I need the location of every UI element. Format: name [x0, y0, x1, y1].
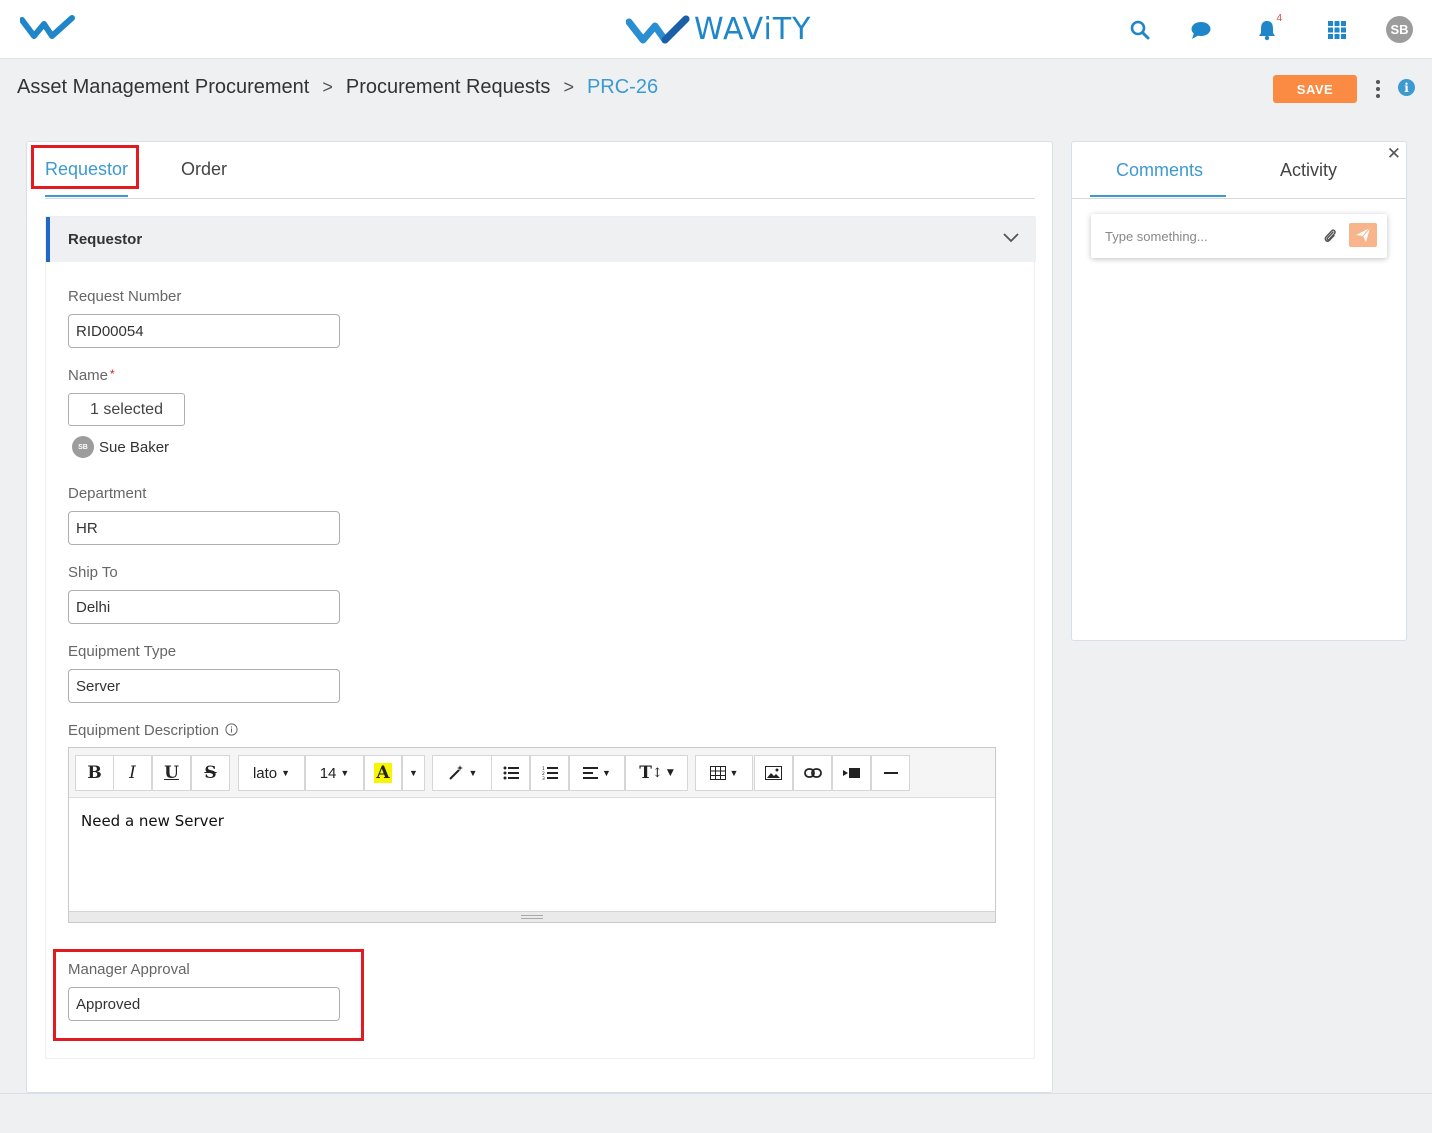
equipment-type-label: Equipment Type [68, 643, 177, 660]
highlight-color-button[interactable]: A [364, 755, 402, 791]
numbered-list-icon: 123 [542, 766, 558, 780]
magic-wand-button[interactable]: ▼ [432, 755, 492, 791]
wavity-logo-icon[interactable] [19, 14, 76, 47]
ship-to-field[interactable]: Delhi [68, 590, 340, 624]
comment-input[interactable]: Type something... [1091, 214, 1387, 258]
equipment-type-field[interactable]: Server [68, 669, 340, 703]
side-panel-tabs: Comments Activity [1072, 142, 1406, 199]
chat-icon[interactable] [1188, 17, 1214, 43]
brand-logo: WAViTY [626, 12, 811, 47]
person-name: Sue Baker [99, 438, 170, 456]
underline-button[interactable]: U [152, 755, 191, 791]
tab-comments[interactable]: Comments [1116, 160, 1203, 181]
equipment-description-label: Equipment Description [68, 722, 238, 739]
selected-person: SB Sue Baker [72, 436, 169, 458]
align-left-icon [583, 767, 599, 779]
page-footer-strip [0, 1093, 1432, 1133]
link-button[interactable] [793, 755, 832, 791]
align-button[interactable]: ▼ [569, 755, 625, 791]
bullet-list-button[interactable] [491, 755, 530, 791]
link-icon [803, 768, 822, 778]
tab-activity[interactable]: Activity [1280, 160, 1337, 181]
numbered-list-button[interactable]: 123 [530, 755, 569, 791]
highlight-box-approval [53, 949, 364, 1041]
request-number-label: Request Number [68, 288, 182, 305]
request-number-field[interactable]: RID00054 [68, 314, 340, 348]
name-selector-button[interactable]: 1 selected [68, 393, 185, 426]
comment-placeholder[interactable]: Type something... [1105, 229, 1208, 244]
active-side-tab-indicator [1090, 195, 1226, 197]
video-icon [842, 768, 860, 778]
attachment-icon[interactable] [1323, 227, 1337, 250]
video-button[interactable] [832, 755, 871, 791]
editor-toolbar: B I U S lato ▼ 14 ▼ A ▼ ▼ 123 ▼ T ↕ ▼ ▼ [69, 748, 995, 798]
editor-content[interactable]: Need a new Server [81, 812, 224, 830]
breadcrumb-current: PRC-26 [586, 76, 659, 98]
section-header[interactable]: Requestor [46, 217, 1036, 262]
user-avatar[interactable]: SB [1386, 16, 1413, 43]
font-family-select[interactable]: lato ▼ [238, 755, 305, 791]
send-button[interactable] [1349, 223, 1377, 247]
requestor-section: Requestor Request Number RID00054 Name * … [45, 216, 1036, 1059]
magic-wand-icon [448, 765, 463, 780]
strikethrough-button[interactable]: S [191, 755, 230, 791]
close-icon[interactable]: ✕ [1387, 144, 1401, 164]
breadcrumb-item-procurement-requests[interactable]: Procurement Requests [346, 76, 551, 99]
brand-mark-icon [626, 15, 690, 43]
section-title: Requestor [68, 231, 143, 248]
required-star: * [110, 367, 115, 381]
search-icon[interactable] [1127, 17, 1153, 43]
color-dropdown-button[interactable]: ▼ [402, 755, 425, 791]
text-highlight-icon: A [374, 763, 392, 783]
notification-count: 4 [1276, 13, 1282, 24]
image-button[interactable] [754, 755, 793, 791]
apps-grid-icon[interactable] [1324, 17, 1350, 43]
info-icon[interactable]: i [1398, 79, 1415, 96]
highlight-box-tab [31, 145, 139, 189]
bullet-list-icon [503, 766, 519, 780]
ship-to-label: Ship To [68, 564, 118, 581]
save-button[interactable]: SAVE [1273, 75, 1357, 103]
equipment-description-editor[interactable]: B I U S lato ▼ 14 ▼ A ▼ ▼ 123 ▼ T ↕ ▼ ▼ … [68, 747, 996, 923]
bold-button[interactable]: B [75, 755, 114, 791]
editor-resize-handle[interactable] [69, 911, 995, 922]
name-label: Name * [68, 367, 115, 384]
chevron-down-icon[interactable] [1002, 231, 1020, 249]
breadcrumb-item-asset-management[interactable]: Asset Management Procurement [17, 76, 309, 99]
line-height-button[interactable]: T ↕ ▼ [625, 755, 688, 791]
top-bar: WAViTY 4 SB [0, 0, 1432, 59]
active-tab-indicator [45, 195, 128, 197]
horizontal-rule-icon [883, 772, 898, 774]
comments-panel: Comments Activity ✕ Type something... [1071, 141, 1407, 641]
person-avatar: SB [72, 436, 94, 458]
table-button[interactable]: ▼ [695, 755, 753, 791]
font-size-select[interactable]: 14 ▼ [305, 755, 364, 791]
horizontal-rule-button[interactable] [871, 755, 910, 791]
more-options-icon[interactable] [1371, 78, 1385, 100]
department-field[interactable]: HR [68, 511, 340, 545]
brand-name: WAViTY [694, 12, 812, 47]
italic-button[interactable]: I [113, 755, 152, 791]
image-icon [765, 766, 782, 780]
info-circle-icon[interactable] [225, 723, 238, 736]
form-tabs: Requestor Order [45, 142, 1035, 199]
svg-text:3: 3 [542, 776, 545, 780]
tab-order[interactable]: Order [181, 159, 227, 180]
breadcrumb-separator: > [563, 77, 574, 97]
table-icon [709, 766, 726, 780]
department-label: Department [68, 485, 147, 502]
breadcrumb: Asset Management Procurement > Procureme… [17, 76, 658, 99]
record-form-card: Requestor Order Requestor Request Number… [26, 141, 1053, 1093]
send-icon [1356, 227, 1371, 242]
bell-icon[interactable]: 4 [1254, 13, 1282, 43]
breadcrumb-separator: > [322, 77, 333, 97]
